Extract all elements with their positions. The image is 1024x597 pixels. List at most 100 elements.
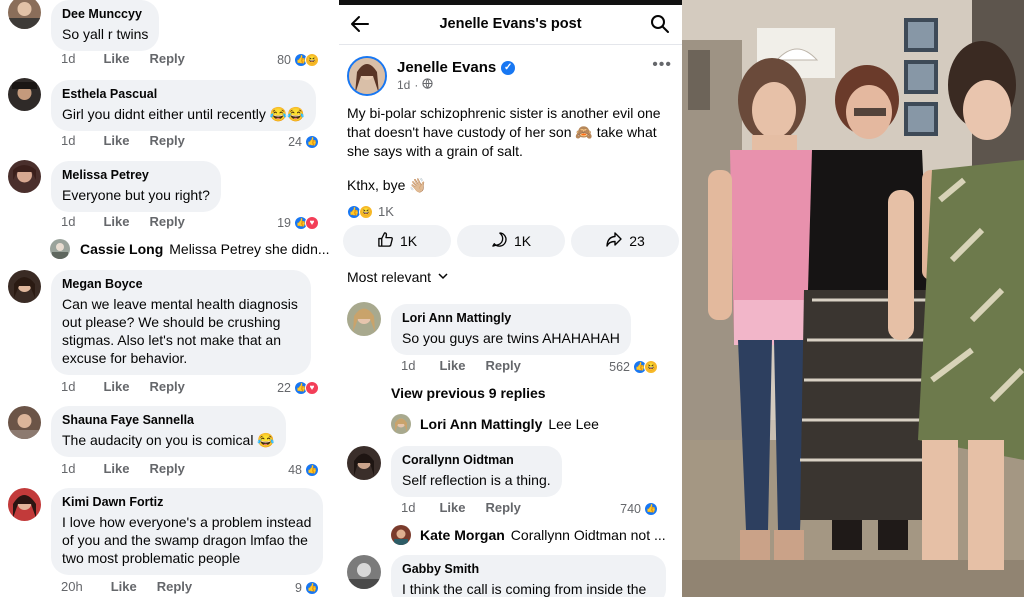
- post-body: My bi-polar schizophrenic sister is anot…: [347, 104, 669, 161]
- comment-author[interactable]: Lori Ann Mattingly: [402, 311, 620, 326]
- reply-author[interactable]: Lori Ann Mattingly: [420, 416, 542, 432]
- like-button[interactable]: Like: [103, 51, 129, 66]
- avatar[interactable]: [8, 78, 41, 111]
- comment-time[interactable]: 1d: [61, 379, 75, 394]
- comment-meta: 1d Like Reply: [401, 500, 521, 515]
- reaction-summary[interactable]: 562 👍 😆: [609, 360, 658, 374]
- comment-time[interactable]: 1d: [61, 51, 75, 66]
- chevron-down-icon: [437, 269, 449, 285]
- comment-bubble: Gabby Smith I think the call is coming f…: [391, 555, 666, 597]
- comment-author[interactable]: Kimi Dawn Fortiz: [62, 495, 312, 510]
- page-title: Jenelle Evans's post: [439, 16, 582, 32]
- reply-button[interactable]: Reply: [149, 379, 184, 394]
- comment-text: So yall r twins: [62, 26, 149, 42]
- comment-text: Self reflection is a thing.: [402, 472, 551, 488]
- comment-text-line: two most problematic people: [62, 550, 241, 566]
- comment-bubble: Melissa Petrey Everyone but you right?: [51, 161, 221, 212]
- like-button[interactable]: Like: [111, 579, 137, 594]
- post-author[interactable]: Jenelle Evans ✓: [397, 59, 516, 76]
- author-avatar[interactable]: [347, 56, 387, 96]
- like-button[interactable]: Like: [439, 358, 465, 373]
- avatar[interactable]: [8, 270, 41, 303]
- comment-meta: 20h Like Reply: [61, 579, 192, 594]
- reaction-summary[interactable]: 9 👍: [295, 581, 319, 595]
- like-button[interactable]: 1K: [343, 225, 451, 257]
- sort-dropdown[interactable]: Most relevant: [347, 269, 449, 285]
- reply-button[interactable]: Reply: [485, 358, 520, 373]
- reaction-summary[interactable]: 48 👍: [288, 463, 319, 477]
- verified-badge-icon: ✓: [501, 60, 516, 75]
- reaction-summary[interactable]: 24 👍: [288, 135, 319, 149]
- avatar[interactable]: [8, 160, 41, 193]
- reply-author[interactable]: Kate Morgan: [420, 527, 505, 543]
- comment-meta: 1d Like Reply: [61, 51, 185, 66]
- comment-text-line: Can we leave mental health diagnosis: [62, 296, 298, 312]
- comment-button[interactable]: 1K: [457, 225, 565, 257]
- comment-bubble: Lori Ann Mattingly So you guys are twins…: [391, 304, 631, 355]
- avatar[interactable]: [8, 488, 41, 521]
- reaction-count: 48: [288, 463, 302, 477]
- view-previous-replies-link[interactable]: View previous 9 replies: [391, 385, 546, 401]
- like-button[interactable]: Like: [103, 214, 129, 229]
- reply-button[interactable]: Reply: [149, 214, 184, 229]
- heart-reaction-icon: ♥: [305, 381, 319, 395]
- reply-preview[interactable]: Cassie Long Melissa Petrey she didn...: [50, 239, 333, 259]
- avatar[interactable]: [347, 446, 381, 480]
- reply-button[interactable]: Reply: [149, 51, 184, 66]
- comment-time[interactable]: 1d: [61, 133, 75, 148]
- avatar[interactable]: [347, 555, 381, 589]
- like-reaction-icon: 👍: [305, 135, 319, 149]
- reaction-summary[interactable]: 19 👍 ♥: [277, 216, 319, 230]
- reply-button[interactable]: Reply: [485, 500, 520, 515]
- search-icon[interactable]: [650, 14, 670, 39]
- comment-text: So you guys are twins AHAHAHAH: [402, 330, 620, 346]
- comment-time[interactable]: 20h: [61, 579, 83, 594]
- post-header: Jenelle Evans's post: [339, 5, 682, 45]
- thumbs-up-icon: [377, 231, 394, 251]
- comment-text: Everyone but you right?: [62, 187, 210, 203]
- comment-count: 1K: [513, 233, 532, 249]
- comment-author[interactable]: Shauna Faye Sannella: [62, 413, 275, 428]
- share-count: 23: [629, 233, 645, 249]
- comment-bubble: Shauna Faye Sannella The audacity on you…: [51, 406, 286, 457]
- comment-bubble: Kimi Dawn Fortiz I love how everyone's a…: [51, 488, 323, 575]
- post-timestamp[interactable]: 1d ·: [397, 78, 433, 92]
- post-text-line: she says with a grain of salt.: [347, 143, 523, 159]
- reaction-summary[interactable]: 22 👍 ♥: [277, 381, 319, 395]
- reply-button[interactable]: Reply: [149, 461, 184, 476]
- comment-time[interactable]: 1d: [61, 214, 75, 229]
- comment-author[interactable]: Corallynn Oidtman: [402, 453, 551, 468]
- more-options-icon[interactable]: •••: [652, 56, 672, 74]
- comment-bubble: Megan Boyce Can we leave mental health d…: [51, 270, 311, 375]
- comment-time[interactable]: 1d: [401, 500, 415, 515]
- comment-author[interactable]: Esthela Pascual: [62, 87, 305, 102]
- comment-text-line: stigmas. Also let's not make that an: [62, 332, 282, 348]
- family-photo: [682, 0, 1024, 597]
- like-button[interactable]: Like: [103, 133, 129, 148]
- author-name[interactable]: Jenelle Evans: [397, 59, 496, 76]
- comment-author[interactable]: Megan Boyce: [62, 277, 300, 292]
- post-reaction-summary[interactable]: 👍 😆 1K: [347, 204, 394, 219]
- comment-author[interactable]: Melissa Petrey: [62, 168, 210, 183]
- post-panel: Jenelle Evans's post Jenelle Evans ✓ 1d …: [339, 0, 682, 597]
- reaction-summary[interactable]: 740 👍: [620, 502, 658, 516]
- avatar[interactable]: [347, 302, 381, 336]
- comment-time[interactable]: 1d: [61, 461, 75, 476]
- comment-author[interactable]: Dee Munccyy: [62, 7, 148, 22]
- reaction-summary[interactable]: 80 👍 😆: [277, 53, 319, 67]
- avatar[interactable]: [8, 406, 41, 439]
- comment-time[interactable]: 1d: [401, 358, 415, 373]
- comment-author[interactable]: Gabby Smith: [402, 562, 655, 577]
- avatar[interactable]: [8, 0, 41, 29]
- globe-icon: [422, 78, 433, 92]
- like-button[interactable]: Like: [103, 461, 129, 476]
- reply-preview[interactable]: Kate Morgan Corallynn Oidtman not ...: [391, 525, 681, 545]
- reply-preview[interactable]: Lori Ann Mattingly Lee Lee: [391, 414, 681, 434]
- like-button[interactable]: Like: [439, 500, 465, 515]
- like-button[interactable]: Like: [103, 379, 129, 394]
- share-button[interactable]: 23: [571, 225, 679, 257]
- reply-author[interactable]: Cassie Long: [80, 241, 163, 257]
- reply-button[interactable]: Reply: [157, 579, 192, 594]
- reply-button[interactable]: Reply: [149, 133, 184, 148]
- post-text-line: My bi-polar schizophrenic sister is anot…: [347, 105, 661, 121]
